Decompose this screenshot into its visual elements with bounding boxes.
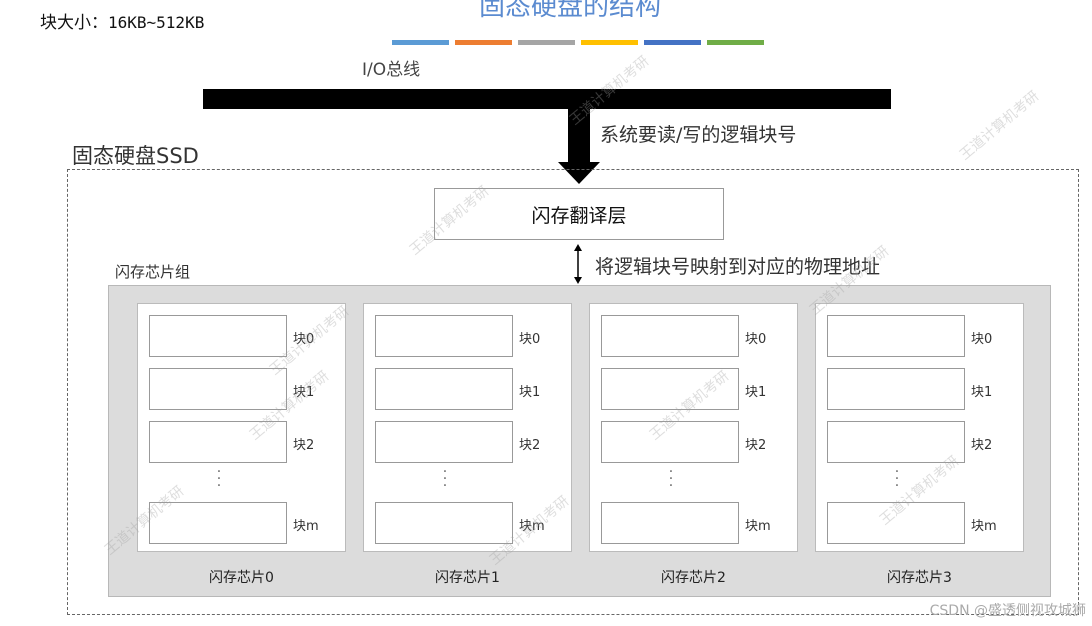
- block-size-value: 16KB~512KB: [108, 13, 205, 32]
- flash-block-label: 块2: [293, 438, 315, 453]
- flash-block-box: [601, 502, 739, 544]
- flash-block-box: [827, 315, 965, 357]
- flash-block-label: 块1: [519, 385, 541, 400]
- ellipsis-vertical-icon: · · ·: [216, 464, 222, 494]
- flash-block-box: [149, 315, 287, 357]
- flash-block-label: 块2: [745, 438, 767, 453]
- flash-block-box: [375, 368, 513, 410]
- ellipsis-vertical-icon: · · ·: [894, 464, 900, 494]
- flash-block-label: 块m: [971, 519, 997, 534]
- csdn-footer: CSDN @盛透侧视攻城狮: [929, 603, 1086, 619]
- flash-block-box: [601, 315, 739, 357]
- mapping-double-arrow: [574, 244, 582, 284]
- request-label: 系统要读/写的逻辑块号: [600, 124, 797, 146]
- flash-block-label: 块m: [293, 519, 319, 534]
- flash-block-label: 块1: [971, 385, 993, 400]
- flash-block-label: 块m: [745, 519, 771, 534]
- block-size-label: 块大小：: [40, 13, 108, 33]
- diagram-root: { "header": { "block_size_label": "块大小："…: [0, 0, 1092, 626]
- flash-block-label: 块1: [745, 385, 767, 400]
- flash-block-label: 块0: [519, 332, 541, 347]
- block-size-text: 块大小：16KB~512KB: [40, 8, 204, 33]
- title-stripe-4: [644, 40, 701, 45]
- ftl-label: 闪存翻译层: [531, 204, 627, 227]
- flash-block-box: [149, 368, 287, 410]
- title-stripe-2: [518, 40, 575, 45]
- ellipsis-vertical-icon: · · ·: [442, 464, 448, 494]
- title-stripe-5: [707, 40, 764, 45]
- title-stripe-3: [581, 40, 638, 45]
- flash-block-label: 块2: [971, 438, 993, 453]
- mapping-label: 将逻辑块号映射到对应的物理地址: [595, 256, 881, 278]
- io-bus-bar: [203, 89, 891, 109]
- ssd-label: 固态硬盘SSD: [72, 144, 199, 168]
- flash-block-box: [375, 315, 513, 357]
- flash-block-box: [375, 502, 513, 544]
- flash-block-label: 块0: [971, 332, 993, 347]
- flash-chip-label: 闪存芯片0: [209, 570, 274, 586]
- title-color-stripes: [392, 40, 764, 45]
- flash-chip-label: 闪存芯片3: [887, 570, 952, 586]
- diagram-title: 固态硬盘的结构: [478, 0, 661, 22]
- flash-block-box: [375, 421, 513, 463]
- flash-block-label: 块0: [745, 332, 767, 347]
- title-stripe-1: [455, 40, 512, 45]
- flash-chip-group-label: 闪存芯片组: [115, 263, 191, 281]
- flash-chip-label: 闪存芯片1: [435, 570, 500, 586]
- ellipsis-vertical-icon: · · ·: [668, 464, 674, 494]
- io-bus-label: I/O总线: [362, 60, 421, 80]
- title-stripe-0: [392, 40, 449, 45]
- flash-block-box: [827, 368, 965, 410]
- flash-block-label: 块2: [519, 438, 541, 453]
- flash-chip-label: 闪存芯片2: [661, 570, 726, 586]
- watermark-text: 王道计算机考研: [956, 88, 1043, 164]
